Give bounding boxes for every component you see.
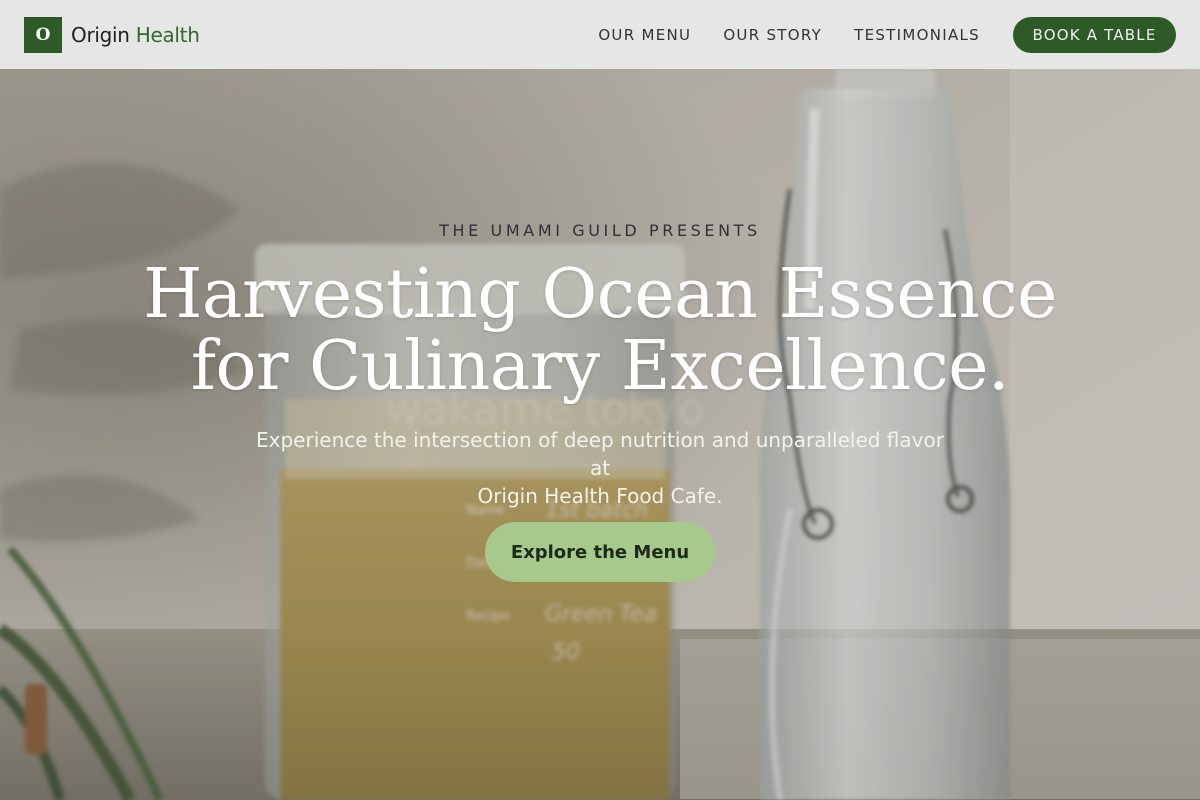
book-a-table-button[interactable]: BOOK A TABLE — [1013, 16, 1176, 53]
nav-our-menu[interactable]: OUR MENU — [598, 26, 691, 44]
hero-content: THE UMAMI GUILD PRESENTS Harvesting Ocea… — [0, 69, 1200, 800]
brand-logo[interactable]: O Origin Health — [24, 16, 200, 53]
site-header: O Origin Health OUR MENU OUR STORY TESTI… — [0, 0, 1200, 69]
hero-subtitle-line1: Experience the intersection of deep nutr… — [256, 428, 944, 480]
hero-headline-line2: for Culinary Excellence. — [190, 327, 1010, 406]
hero-kicker: THE UMAMI GUILD PRESENTS — [439, 221, 761, 240]
main-nav: OUR MENU OUR STORY TESTIMONIALS BOOK A T… — [598, 16, 1176, 53]
hero-section: wakame tokyo Name Date Recipe 1st batch … — [0, 69, 1200, 800]
brand-name: Origin Health — [71, 23, 200, 47]
brand-name-part2: Health — [135, 22, 200, 47]
hero-subtitle-line2: Origin Health Food Cafe. — [477, 484, 723, 508]
brand-mark-icon: O — [24, 16, 62, 53]
nav-our-story[interactable]: OUR STORY — [723, 26, 822, 44]
hero-subtitle: Experience the intersection of deep nutr… — [250, 426, 950, 510]
hero-headline: Harvesting Ocean Essence for Culinary Ex… — [100, 259, 1100, 403]
nav-testimonials[interactable]: TESTIMONIALS — [854, 26, 980, 44]
explore-menu-button[interactable]: Explore the Menu — [485, 522, 715, 582]
brand-name-part1: Origin — [71, 22, 130, 47]
hero-headline-line1: Harvesting Ocean Essence — [143, 255, 1057, 334]
